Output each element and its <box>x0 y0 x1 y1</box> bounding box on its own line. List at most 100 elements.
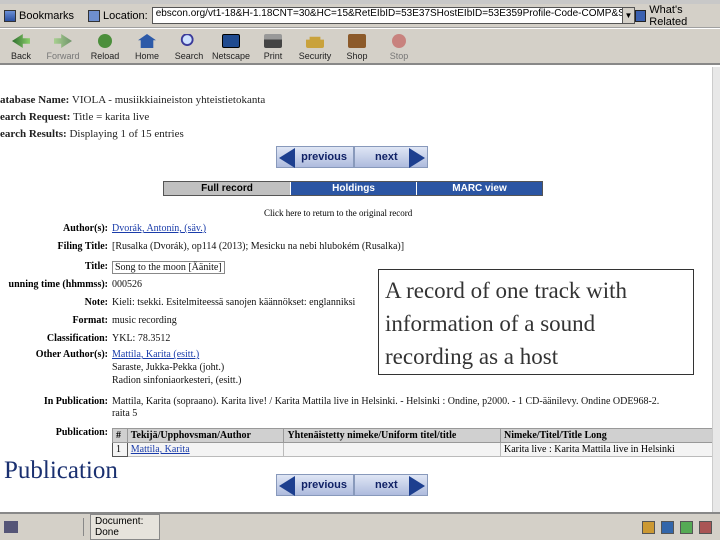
navigation-toolbar: Back Forward Reload Home Search Netscape… <box>0 29 720 65</box>
field-value-other-author-3: Radion sinfoniaorkesteri, (esitt.) <box>112 375 242 386</box>
field-label-note: Note: <box>84 297 108 308</box>
url-input[interactable]: ebscon.org/vt1-18&H-1.18CNT=30&HC=15&Ret… <box>151 7 623 24</box>
shop-label: Shop <box>346 51 368 61</box>
stop-button[interactable]: Stop <box>378 29 420 63</box>
location-toolbar: Bookmarks Location: ebscon.org/vt1-18&H-… <box>0 4 720 28</box>
cell-number[interactable]: 1 <box>112 442 128 457</box>
url-dropdown-icon[interactable]: ▼ <box>622 7 636 24</box>
netscape-icon <box>222 34 240 48</box>
request-key: earch Request: <box>0 111 71 123</box>
next-button-bottom[interactable]: next <box>354 474 428 496</box>
netscape-label: Netscape <box>211 51 251 61</box>
return-to-record-link[interactable]: Click here to return to the original rec… <box>264 208 412 218</box>
print-button[interactable]: Print <box>252 29 294 63</box>
previous-button-bottom[interactable]: previous <box>276 474 354 496</box>
record-view-tabs: Full record Holdings MARC view <box>163 181 543 196</box>
forward-button[interactable]: Forward <box>42 29 84 63</box>
page-content: atabase Name: VIOLA - musiikkiaineiston … <box>0 67 720 512</box>
status-message: Document: Done <box>90 514 160 540</box>
field-value-note: Kieli: tsekki. Esitelmiteessä sanojen kä… <box>112 297 356 308</box>
results-key: earch Results: <box>0 128 67 140</box>
connection-status <box>0 518 84 536</box>
field-label-publication: Publication: <box>55 427 108 438</box>
bookmarks-icon <box>4 9 16 22</box>
next-button[interactable]: next <box>354 146 428 168</box>
back-icon <box>12 34 30 48</box>
field-value-title: Song to the moon [Äänite] <box>112 261 225 274</box>
reload-label: Reload <box>90 51 120 61</box>
publication-table-header: # Tekijä/Upphovsman/Author Yhtenäistetty… <box>112 428 720 443</box>
search-icon <box>180 34 198 48</box>
field-value-filing-title: [Rusalka (Dvorák), op114 (2013); Mesicku… <box>112 241 405 252</box>
stop-label: Stop <box>389 51 409 61</box>
tab-full-record[interactable]: Full record <box>164 182 290 195</box>
security-label: Security <box>298 51 332 61</box>
whats-related-label: What's Related <box>649 3 688 28</box>
back-label: Back <box>10 51 31 61</box>
field-value-in-publication: Mattila, Karita (sopraano). Karita live!… <box>112 396 660 407</box>
field-value-other-author-1[interactable]: Mattila, Karita (esitt.) <box>112 349 199 360</box>
cell-author[interactable]: Mattila, Karita <box>126 442 285 457</box>
pager-bottom: previous next <box>276 474 428 496</box>
mail-icon[interactable] <box>661 520 674 534</box>
table-row: 1 Mattila, Karita Karita live : Karita M… <box>112 442 720 457</box>
print-label: Print <box>263 51 283 61</box>
publication-caption: Publication <box>4 457 118 484</box>
vertical-scrollbar[interactable] <box>712 67 720 512</box>
bookmarks-button[interactable]: Bookmarks <box>0 9 75 22</box>
netscape-button[interactable]: Netscape <box>210 29 252 63</box>
forward-label: Forward <box>46 51 80 61</box>
status-icons <box>642 520 712 534</box>
field-label-filing-title: Filing Title: <box>57 241 108 252</box>
search-button[interactable]: Search <box>168 29 210 63</box>
field-label-title: Title: <box>84 261 108 272</box>
field-value-format: music recording <box>112 315 177 326</box>
cell-uniform-title <box>283 442 502 457</box>
home-icon <box>138 34 156 48</box>
field-value-running-time: 000526 <box>112 279 142 290</box>
security-icon <box>306 36 324 48</box>
field-value-author[interactable]: Dvorák, Antonín, (säv.) <box>112 223 206 234</box>
home-label: Home <box>134 51 159 61</box>
results-value: Displaying 1 of 15 entries <box>69 128 184 140</box>
request-info: earch Request: Title = karita live <box>0 111 149 123</box>
security-button[interactable]: Security <box>294 29 336 63</box>
col-title-long: Nimeke/Titel/Title Long <box>500 428 720 443</box>
stop-icon <box>392 34 406 48</box>
col-uniform-title: Yhtenäistetty nimeke/Uniform titel/title <box>283 428 502 443</box>
tab-holdings[interactable]: Holdings <box>290 182 416 195</box>
field-label-author: Author(s): <box>63 223 108 234</box>
whats-related-button[interactable]: What's Related <box>635 4 716 28</box>
forward-icon <box>54 34 72 48</box>
discussion-icon[interactable] <box>699 520 712 534</box>
reload-button[interactable]: Reload <box>84 29 126 63</box>
reload-icon <box>98 34 112 48</box>
field-label-classification: Classification: <box>46 333 108 344</box>
field-label-other-authors: Other Author(s): <box>35 349 108 360</box>
print-icon <box>264 34 282 48</box>
connection-icon <box>4 521 18 533</box>
field-value-classification: YKL: 78.3512 <box>112 333 171 344</box>
security-lock-icon[interactable] <box>642 520 655 534</box>
page-proxy-icon <box>88 9 101 22</box>
field-value-in-publication-track: raita 5 <box>112 408 138 419</box>
shop-button[interactable]: Shop <box>336 29 378 63</box>
home-button[interactable]: Home <box>126 29 168 63</box>
col-author: Tekijä/Upphovsman/Author <box>126 428 285 443</box>
tab-marc-view[interactable]: MARC view <box>416 182 542 195</box>
previous-button[interactable]: previous <box>276 146 354 168</box>
request-value: Title = karita live <box>72 111 150 123</box>
search-label: Search <box>174 51 204 61</box>
related-icon <box>635 9 647 22</box>
database-info: atabase Name: VIOLA - musiikkiaineiston … <box>0 94 265 106</box>
database-key: atabase Name: <box>0 94 70 106</box>
field-label-in-publication: In Publication: <box>43 396 108 407</box>
database-value: VIOLA - musiikkiaineiston yhteistietokan… <box>71 94 266 106</box>
shop-icon <box>348 34 366 48</box>
publication-table: # Tekijä/Upphovsman/Author Yhtenäistetty… <box>112 428 720 457</box>
bookmarks-label: Bookmarks <box>19 9 75 22</box>
back-button[interactable]: Back <box>0 29 42 63</box>
location-label: Location: <box>103 9 148 22</box>
composer-icon[interactable] <box>680 520 693 534</box>
status-bar: Document: Done <box>0 512 720 540</box>
